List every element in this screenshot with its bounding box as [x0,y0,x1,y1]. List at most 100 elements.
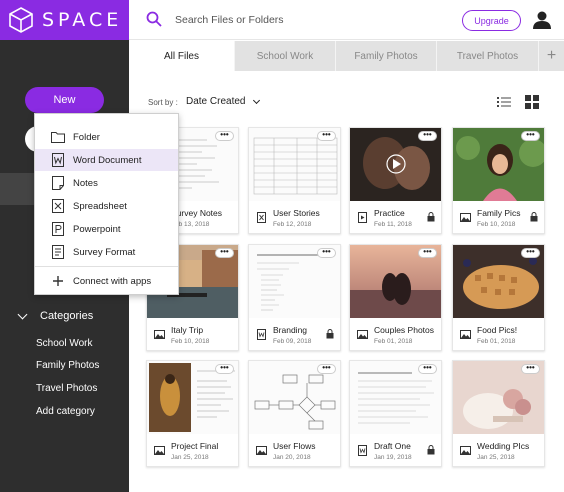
more-options-button[interactable]: ••• [418,131,437,141]
word-doc-icon [257,329,266,340]
categories-label: Categories [40,310,94,322]
add-tab-icon[interactable]: + [539,41,564,71]
file-card[interactable]: ••• Food Pics! Feb 01, 2018 [452,244,545,351]
menu-item-label: Folder [73,131,100,143]
add-category-link[interactable]: Add category [36,406,95,417]
file-card[interactable]: ••• User Flows Jan 20, 2018 [248,360,341,467]
image-icon [357,330,368,339]
lock-icon [427,212,435,222]
file-name: Draft One [374,441,411,451]
menu-item-label: Survey Format [73,246,136,258]
menu-item-label: Notes [73,177,98,189]
file-name: Practice [374,208,405,218]
more-options-button[interactable]: ••• [418,248,437,258]
file-date: Jan 19, 2018 [374,454,412,461]
more-options-button[interactable]: ••• [521,131,540,141]
file-card[interactable]: ••• Draft One Jan 19, 2018 [349,360,442,467]
spreadsheet-icon [257,212,266,223]
file-name: Couples Photos [374,325,435,335]
file-date: Feb 01, 2018 [477,338,516,345]
menu-item-powerpoint[interactable]: Powerpoint [35,218,178,240]
lock-icon [427,445,435,455]
menu-item-word-document[interactable]: Word Document [35,149,178,171]
menu-item-folder[interactable]: Folder [35,126,178,148]
grid-view-icon[interactable] [525,95,539,109]
survey-icon [51,245,65,259]
menu-item-spreadsheet[interactable]: Spreadsheet [35,195,178,217]
sort-label: Sort by : [148,98,178,107]
powerpoint-icon [51,222,65,236]
menu-item-label: Word Document [73,154,142,166]
file-date: Feb 01, 2018 [374,338,413,345]
file-card[interactable]: ••• User Stories Feb 12, 2018 [248,127,341,234]
image-icon [460,330,471,339]
upgrade-button[interactable]: Upgrade [462,10,521,31]
more-options-button[interactable]: ••• [521,364,540,374]
file-date: Feb 11, 2018 [374,221,412,228]
more-options-button[interactable]: ••• [418,364,437,374]
tab-all-files[interactable]: All Files [129,41,235,71]
more-options-button[interactable]: ••• [215,248,234,258]
lock-icon [326,329,334,339]
image-icon [256,446,267,455]
menu-item-connect-apps[interactable]: Connect with apps [35,270,178,292]
video-file-icon [358,212,367,223]
file-date: Feb 12, 2018 [273,221,312,228]
sort-dropdown[interactable]: Date Created [186,96,261,107]
tab-bar: All Files School Work Family Photos Trav… [129,41,564,71]
file-name: Wedding PIcs [477,441,530,451]
file-card[interactable]: ••• Practice Feb 11, 2018 [349,127,442,234]
more-options-button[interactable]: ••• [215,131,234,141]
list-view-icon[interactable] [497,96,511,108]
app-name: SPACE [42,9,123,31]
file-card[interactable]: ••• Project Final Jan 25, 2018 [146,360,239,467]
tab-school-work[interactable]: School Work [235,41,336,71]
menu-divider [35,266,178,267]
plus-icon [51,274,65,288]
category-school-work[interactable]: School Work [36,338,93,349]
search-input[interactable] [175,11,375,29]
user-account-icon[interactable] [532,10,552,30]
folder-icon [51,130,65,144]
tab-family-photos[interactable]: Family Photos [336,41,437,71]
file-date: Jan 20, 2018 [273,454,311,461]
chevron-down-icon [253,96,261,104]
file-date: Jan 25, 2018 [171,454,209,461]
more-options-button[interactable]: ••• [317,364,336,374]
file-name: Project Final [171,441,219,451]
app-logo[interactable]: SPACE [0,0,129,40]
lock-icon [530,212,538,222]
file-card[interactable]: ••• Family Pics Feb 10, 2018 [452,127,545,234]
more-options-button[interactable]: ••• [317,248,336,258]
category-travel-photos[interactable]: Travel Photos [36,383,97,394]
more-options-button[interactable]: ••• [521,248,540,258]
menu-item-survey-format[interactable]: Survey Format [35,241,178,263]
search-icon[interactable] [146,11,162,27]
top-bar: Upgrade [129,0,564,40]
cube-logo-icon [9,7,33,33]
menu-item-notes[interactable]: Notes [35,172,178,194]
more-options-button[interactable]: ••• [215,364,234,374]
file-card[interactable]: ••• Wedding PIcs Jan 25, 2018 [452,360,545,467]
new-item-menu: Folder Word Document Notes Spreadsheet P… [34,113,179,295]
file-date: Feb 10, 2018 [171,338,210,345]
file-name: Branding [273,325,308,335]
file-card[interactable]: ••• Branding Feb 09, 2018 [248,244,341,351]
tab-travel-photos[interactable]: Travel Photos [437,41,539,71]
menu-item-label: Connect with apps [73,275,152,287]
image-icon [154,446,165,455]
file-name: User Stories [273,208,320,218]
file-name: Family Pics [477,208,521,218]
category-family-photos[interactable]: Family Photos [36,360,99,371]
file-card[interactable]: ••• Couples Photos Feb 01, 2018 [349,244,442,351]
notes-icon [51,176,65,190]
sort-value: Date Created [186,96,246,107]
categories-header[interactable]: Categories [16,309,94,322]
new-button[interactable]: New [25,87,104,113]
word-doc-icon [358,445,367,456]
spreadsheet-icon [51,199,65,213]
file-date: Feb 10, 2018 [477,221,516,228]
more-options-button[interactable]: ••• [317,131,336,141]
file-date: Feb 09, 2018 [273,338,312,345]
image-icon [154,330,165,339]
